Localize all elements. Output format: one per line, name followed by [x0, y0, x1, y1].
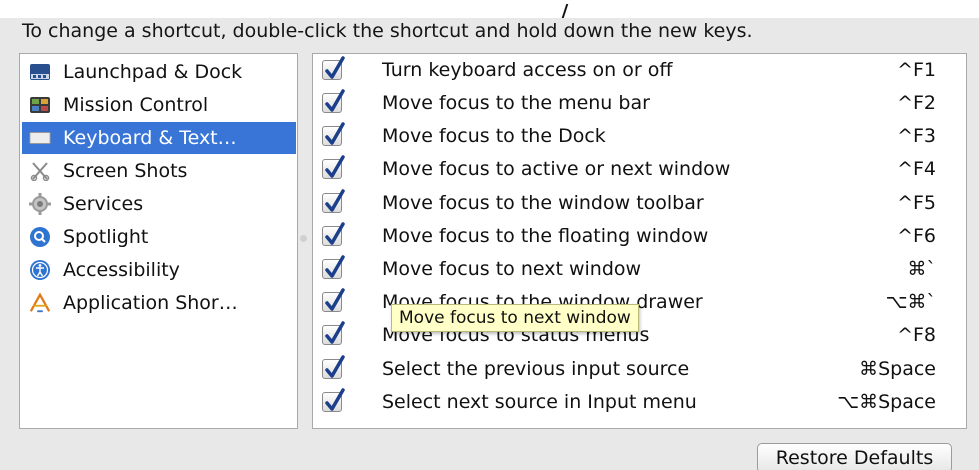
shortcut-keys[interactable]: ^F3 [897, 125, 936, 147]
keyboard-icon [29, 128, 51, 148]
category-label: Spotlight [63, 226, 149, 248]
top-strip [0, 0, 979, 18]
shortcut-row[interactable]: Turn keyboard access on or off ^F1 [313, 54, 966, 87]
category-item-6[interactable]: Spotlight [22, 221, 296, 253]
restore-defaults-button[interactable]: Restore Defaults [757, 443, 952, 470]
tooltip: Move focus to next window [391, 304, 639, 332]
shortcut-row[interactable]: Select next source in Input menu ⌥⌘Space [313, 386, 966, 419]
enable-checkbox[interactable] [322, 122, 345, 146]
shortcut-action: Move focus to the window toolbar [382, 192, 704, 214]
category-item-1[interactable]: Launchpad & Dock [22, 56, 296, 88]
shortcut-row[interactable]: Move focus to the Dock ^F3 [313, 120, 966, 153]
screenshot-icon [29, 161, 51, 181]
category-item-8[interactable]: Application Shor… [22, 287, 296, 319]
category-item-4[interactable]: Screen Shots [22, 155, 296, 187]
shortcut-table[interactable]: Turn keyboard access on or off ^F1 Move fo… [312, 53, 967, 429]
shortcut-keys[interactable]: ⌥⌘` [886, 291, 936, 313]
enable-checkbox[interactable] [322, 155, 345, 179]
enable-checkbox[interactable] [322, 255, 345, 279]
accessibility-icon [29, 260, 51, 280]
splitter-handle[interactable] [300, 235, 307, 242]
category-label: Accessibility [63, 259, 180, 281]
spotlight-icon [29, 227, 51, 247]
shortcut-row[interactable]: Move focus to the menu bar ^F2 [313, 87, 966, 120]
shortcut-action: Select the previous input source [382, 358, 690, 380]
instruction-text: To change a shortcut, double-click the s… [22, 20, 753, 42]
enable-checkbox[interactable] [322, 321, 345, 345]
category-label: Launchpad & Dock [63, 61, 243, 83]
shortcut-keys[interactable]: ^F6 [897, 225, 936, 247]
category-item-7[interactable]: Accessibility [22, 254, 296, 286]
shortcut-keys[interactable]: ^F5 [897, 192, 936, 214]
enable-checkbox[interactable] [322, 388, 345, 412]
shortcut-action: Turn keyboard access on or off [382, 59, 673, 81]
category-list[interactable]: Launchpad & Dock Mission Control Keyboard … [19, 53, 298, 429]
enable-checkbox[interactable] [322, 288, 345, 312]
shortcut-keys[interactable]: ^F8 [897, 324, 936, 346]
shortcut-row[interactable]: Move focus to active or next window ^F4 [313, 153, 966, 186]
shortcut-keys[interactable]: ^F1 [897, 59, 936, 81]
shortcut-keys[interactable]: ⌘Space [859, 358, 936, 380]
enable-checkbox[interactable] [322, 56, 345, 80]
shortcut-keys[interactable]: ⌥⌘Space [837, 391, 936, 413]
shortcut-keys[interactable]: ⌘` [908, 258, 937, 280]
cursor-mark [561, 4, 569, 18]
enable-checkbox[interactable] [322, 355, 345, 379]
category-label: Screen Shots [63, 160, 188, 182]
mission-control-icon [29, 95, 51, 115]
shortcut-row[interactable]: Move focus to next window ⌘` [313, 253, 966, 286]
category-label: Services [63, 193, 144, 215]
category-item-3[interactable]: Keyboard & Text… [22, 122, 296, 154]
shortcut-action: Move focus to the menu bar [382, 92, 650, 114]
category-label: Mission Control [63, 94, 209, 116]
category-item-5[interactable]: Services [22, 188, 296, 220]
shortcut-keys[interactable]: ^F4 [897, 158, 936, 180]
shortcut-row[interactable]: Select the previous input source ⌘Space [313, 353, 966, 386]
shortcut-action: Move focus to the floating window [382, 225, 709, 247]
gear-icon [29, 193, 51, 215]
enable-checkbox[interactable] [322, 189, 345, 213]
enable-checkbox[interactable] [322, 222, 345, 246]
shortcut-row[interactable]: Move focus to the floating window ^F6 [313, 220, 966, 253]
shortcut-action: Move focus to the Dock [382, 125, 606, 147]
category-item-2[interactable]: Mission Control [22, 89, 296, 121]
category-label: Application Shor… [63, 292, 238, 314]
shortcut-keys[interactable]: ^F2 [897, 92, 936, 114]
shortcut-row[interactable]: Move focus to the window toolbar ^F5 [313, 187, 966, 220]
app-shortcuts-icon [29, 292, 51, 313]
shortcut-action: Select next source in Input menu [382, 391, 697, 413]
launchpad-dock-icon [29, 62, 51, 82]
category-label: Keyboard & Text… [63, 127, 237, 149]
shortcut-action: Move focus to active or next window [382, 158, 731, 180]
enable-checkbox[interactable] [322, 89, 345, 113]
shortcut-action: Move focus to next window [382, 258, 642, 280]
